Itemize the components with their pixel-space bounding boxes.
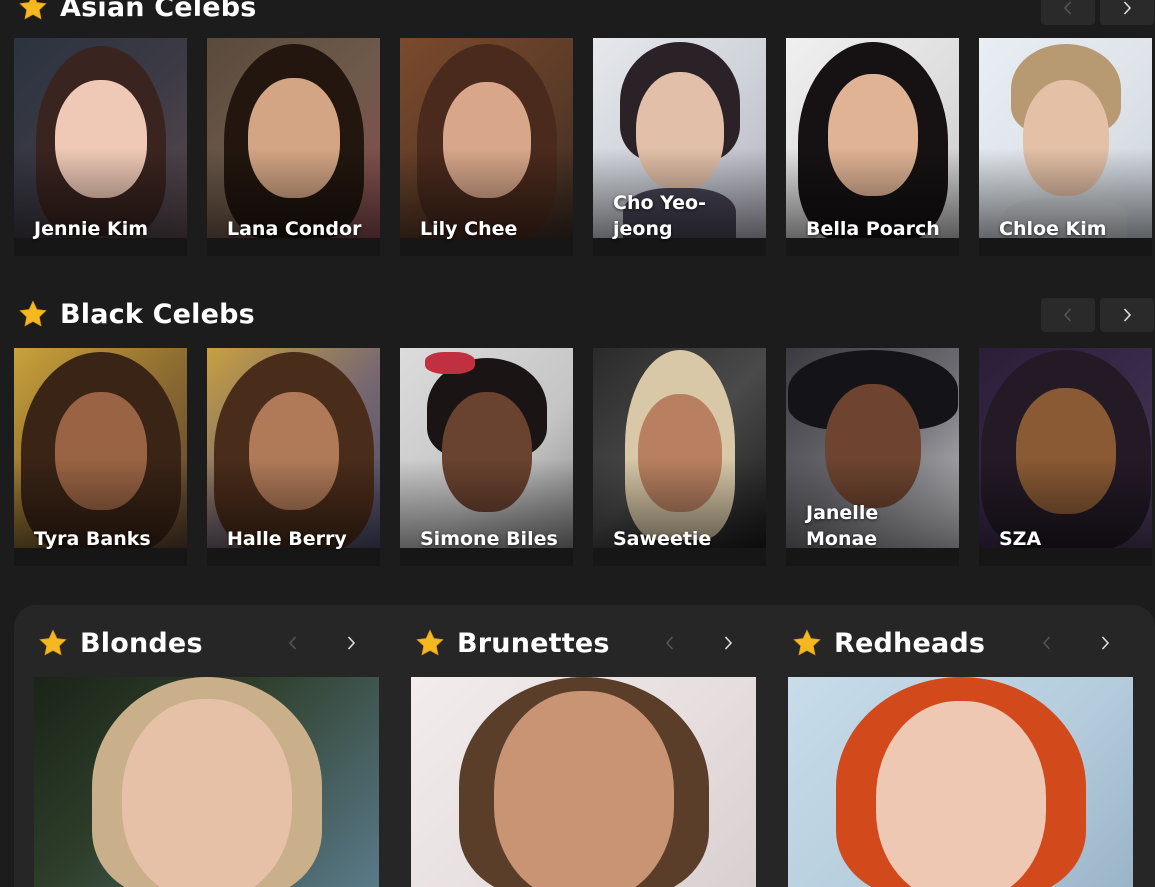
- celeb-card[interactable]: SZA: [979, 348, 1152, 566]
- celeb-card[interactable]: Saweetie: [593, 348, 766, 566]
- column-title: Blondes: [38, 623, 203, 663]
- prev-button[interactable]: [1041, 298, 1095, 332]
- next-button[interactable]: [1093, 631, 1117, 655]
- section-header-black: Black Celebs: [0, 294, 1155, 334]
- celeb-name: SZA: [999, 528, 1042, 550]
- chevron-right-icon: [1123, 308, 1132, 322]
- column-header-redheads: Redheads: [788, 623, 1133, 663]
- star-icon: [19, 300, 47, 327]
- star-icon: [19, 0, 47, 20]
- celeb-card[interactable]: Tyra Banks: [14, 348, 187, 566]
- next-button[interactable]: [1100, 0, 1154, 25]
- blondes-photo[interactable]: [34, 677, 379, 887]
- chevron-right-icon: [724, 636, 733, 650]
- celeb-card[interactable]: Lana Condor: [207, 38, 380, 256]
- star-icon: [416, 629, 444, 656]
- column-header-blondes: Blondes: [34, 623, 379, 663]
- celeb-card[interactable]: Janelle Monae: [786, 348, 959, 566]
- section-header-asian: Asian Celebs: [0, 0, 1155, 27]
- page: Asian Celebs Jennie Kim Lana Condor Lily…: [0, 0, 1155, 887]
- celeb-card[interactable]: Simone Biles: [400, 348, 573, 566]
- brunettes-photo[interactable]: [411, 677, 756, 887]
- next-button[interactable]: [339, 631, 363, 655]
- celeb-name: Lana Condor: [227, 218, 362, 240]
- next-button[interactable]: [1100, 298, 1154, 332]
- column-title-text: Redheads: [834, 627, 986, 659]
- celeb-card[interactable]: Lily Chee: [400, 38, 573, 256]
- column-header-brunettes: Brunettes: [411, 623, 756, 663]
- celeb-name: Simone Biles: [420, 528, 558, 550]
- celeb-card[interactable]: Chloe Kim: [979, 38, 1152, 256]
- celeb-name: Halle Berry: [227, 528, 347, 550]
- star-icon: [793, 629, 821, 656]
- card-row-black: Tyra Banks Halle Berry Simone Biles Sawe…: [14, 348, 1152, 566]
- celeb-card[interactable]: Bella Poarch: [786, 38, 959, 256]
- section-title-black: Black Celebs: [18, 294, 255, 334]
- chevron-left-icon: [1063, 1, 1072, 15]
- prev-button[interactable]: [281, 631, 305, 655]
- chevron-left-icon: [665, 636, 674, 650]
- column-title-text: Blondes: [80, 627, 203, 659]
- column-title: Redheads: [792, 623, 985, 663]
- celeb-card[interactable]: Cho Yeo-jeong: [593, 38, 766, 256]
- card-row-asian: Jennie Kim Lana Condor Lily Chee Cho Yeo…: [14, 38, 1152, 256]
- celeb-name: Lily Chee: [420, 218, 518, 240]
- prev-button[interactable]: [658, 631, 682, 655]
- section-title-text: Asian Celebs: [60, 0, 257, 23]
- celeb-name: Janelle Monae: [806, 502, 879, 550]
- celeb-name: Saweetie: [613, 528, 712, 550]
- celeb-name: Chloe Kim: [999, 218, 1107, 240]
- chevron-left-icon: [1042, 636, 1051, 650]
- celeb-name: Tyra Banks: [34, 528, 151, 550]
- prev-button[interactable]: [1041, 0, 1095, 25]
- celeb-name: Cho Yeo-jeong: [613, 192, 706, 240]
- celeb-card[interactable]: Halle Berry: [207, 348, 380, 566]
- next-button[interactable]: [716, 631, 740, 655]
- chevron-right-icon: [347, 636, 356, 650]
- chevron-right-icon: [1101, 636, 1110, 650]
- celeb-card[interactable]: Jennie Kim: [14, 38, 187, 256]
- celeb-name: Bella Poarch: [806, 218, 940, 240]
- prev-button[interactable]: [1035, 631, 1059, 655]
- section-title-asian: Asian Celebs: [18, 0, 257, 27]
- column-title-text: Brunettes: [457, 627, 610, 659]
- celeb-name: Jennie Kim: [34, 218, 149, 240]
- section-title-text: Black Celebs: [60, 298, 255, 330]
- chevron-right-icon: [1123, 1, 1132, 15]
- redheads-photo[interactable]: [788, 677, 1133, 887]
- chevron-left-icon: [1063, 308, 1072, 322]
- column-title: Brunettes: [415, 623, 610, 663]
- star-icon: [39, 629, 67, 656]
- chevron-left-icon: [288, 636, 297, 650]
